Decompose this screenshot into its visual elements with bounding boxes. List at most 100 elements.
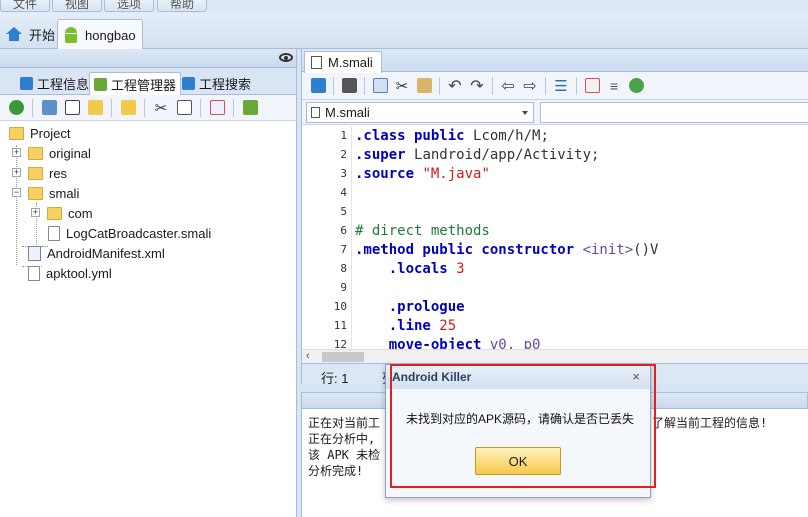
document-tabs: 开始 hongbao xyxy=(0,13,808,50)
format-button[interactable]: ☰ xyxy=(551,76,571,96)
toolbar-separator xyxy=(233,98,234,117)
code-token: Lcom/h/M; xyxy=(473,128,549,144)
expand-toggle[interactable]: + xyxy=(12,148,21,157)
close-icon[interactable]: × xyxy=(632,369,640,384)
tab-hongbao[interactable]: hongbao xyxy=(57,19,143,50)
file-icon xyxy=(28,265,40,281)
tree-item-smali[interactable]: smali xyxy=(28,183,79,203)
tree-item-logcat[interactable]: LogCatBroadcaster.smali xyxy=(48,223,211,243)
tab-m-smali[interactable]: M.smali xyxy=(304,51,382,73)
tree-item-com[interactable]: com xyxy=(47,203,93,223)
back-button[interactable]: ⇦ xyxy=(498,76,518,96)
line-number: 5 xyxy=(340,205,347,218)
tab-project-manager-label: 工程管理器 xyxy=(111,77,177,93)
image-button[interactable] xyxy=(39,98,59,118)
tab-start[interactable]: 开始 xyxy=(0,19,61,49)
android-build-button[interactable] xyxy=(240,98,260,118)
tree-item-apktool[interactable]: apktool.yml xyxy=(28,263,112,283)
menu-options[interactable]: 选项 xyxy=(104,0,155,12)
collapse-toggle[interactable]: − xyxy=(12,188,21,197)
dialog-title: Android Killer xyxy=(386,365,650,389)
editor-selectors: M.smali xyxy=(302,100,808,125)
text-button[interactable] xyxy=(207,98,227,118)
code-line: .locals 3 xyxy=(355,260,465,279)
code-editor: M.smali ✂ ↶ ↷ ⇦ ⇨ ☰ ≡ M.smali 1 2 3 4 5 … xyxy=(301,49,808,386)
android-icon xyxy=(64,27,78,43)
horizontal-scrollbar[interactable]: ‹ xyxy=(302,349,808,363)
toolbar-separator xyxy=(364,76,365,95)
project-toolbar: ✂ xyxy=(0,95,296,121)
undo-icon: ↶ xyxy=(448,77,462,95)
save-button[interactable] xyxy=(339,76,359,96)
copy-icon xyxy=(372,78,388,93)
search-icon xyxy=(182,77,195,90)
ok-button[interactable]: OK xyxy=(475,447,561,475)
scrollbar-thumb[interactable] xyxy=(322,352,364,362)
code-line: # direct methods xyxy=(355,223,490,239)
code-area[interactable]: 1 2 3 4 5 6 7 8 9 10 11 12 .class public… xyxy=(302,126,808,349)
editor-toolbar: ✂ ↶ ↷ ⇦ ⇨ ☰ ≡ xyxy=(302,72,808,100)
tree-item-project[interactable]: Project xyxy=(9,123,70,143)
compare-button[interactable] xyxy=(174,98,194,118)
redo-button[interactable]: ↷ xyxy=(467,76,487,96)
refresh-button[interactable] xyxy=(6,98,26,118)
code-line: .prologue xyxy=(355,299,465,315)
tab-m-smali-label: M.smali xyxy=(328,55,373,70)
tree-item-original[interactable]: original xyxy=(28,143,91,163)
java-button[interactable] xyxy=(582,76,602,96)
window-icon xyxy=(64,100,80,115)
toolbar-separator xyxy=(111,98,112,117)
file-icon xyxy=(48,225,60,241)
project-subtabs: 工程信息 工程管理器 工程搜索 xyxy=(0,68,296,95)
menu-help[interactable]: 帮助 xyxy=(157,0,208,12)
list-button[interactable]: ≡ xyxy=(604,76,624,96)
menu-view[interactable]: 视图 xyxy=(52,0,103,12)
undo-button[interactable]: ↶ xyxy=(445,76,465,96)
file-select[interactable]: M.smali xyxy=(306,102,534,123)
eye-icon[interactable] xyxy=(279,53,293,62)
cut-button[interactable]: ✂ xyxy=(392,76,412,96)
project-panel: 工程信息 工程管理器 工程搜索 ✂ Project + original + r… xyxy=(0,49,297,517)
menu-bar: 文件 视图 选项 帮助 xyxy=(0,0,808,13)
tree-label: res xyxy=(49,165,68,181)
code-line: .source "M.java" xyxy=(355,165,490,184)
code-token: .source xyxy=(355,166,423,182)
debug-button[interactable] xyxy=(626,76,646,96)
cut-button[interactable]: ✂ xyxy=(151,98,171,118)
tree-label: original xyxy=(49,145,91,161)
folder-icon xyxy=(120,100,136,115)
tree-item-manifest[interactable]: AndroidManifest.xml xyxy=(28,243,165,263)
member-select[interactable] xyxy=(540,102,808,123)
code-line: .line 25 xyxy=(355,317,456,336)
forward-button[interactable]: ⇨ xyxy=(520,76,540,96)
info-icon xyxy=(20,77,33,90)
toolbar-separator xyxy=(439,76,440,95)
lock-button[interactable] xyxy=(308,76,328,96)
tab-project-manager[interactable]: 工程管理器 xyxy=(89,72,182,95)
folder-icon xyxy=(28,146,43,160)
paste-button[interactable] xyxy=(414,76,434,96)
open-folder-button[interactable] xyxy=(118,98,138,118)
menu-file[interactable]: 文件 xyxy=(0,0,51,12)
image-icon xyxy=(41,100,57,115)
code-token: Landroid/app/Activity; xyxy=(414,147,600,163)
tree-item-res[interactable]: res xyxy=(28,163,67,183)
folder-icon xyxy=(9,126,24,140)
window-button[interactable] xyxy=(62,98,82,118)
line-number: 11 xyxy=(333,319,347,332)
line-number: 1 xyxy=(340,129,347,142)
tab-project-info[interactable]: 工程信息 xyxy=(16,72,93,95)
find-button[interactable] xyxy=(85,98,105,118)
toolbar-separator xyxy=(144,98,145,117)
expand-toggle[interactable]: + xyxy=(31,208,40,217)
tree-label: apktool.yml xyxy=(46,265,112,281)
copy-button[interactable] xyxy=(370,76,390,96)
arrow-right-icon: ⇨ xyxy=(523,77,537,95)
folder-icon xyxy=(28,186,43,200)
dialog-message: 未找到对应的APK源码，请确认是否已丢失 xyxy=(406,412,635,426)
tab-project-search[interactable]: 工程搜索 xyxy=(178,72,255,95)
scroll-left-icon[interactable]: ‹ xyxy=(306,350,310,362)
line-number: 9 xyxy=(340,281,347,294)
expand-toggle[interactable]: + xyxy=(12,168,21,177)
xml-file-icon xyxy=(28,245,41,261)
